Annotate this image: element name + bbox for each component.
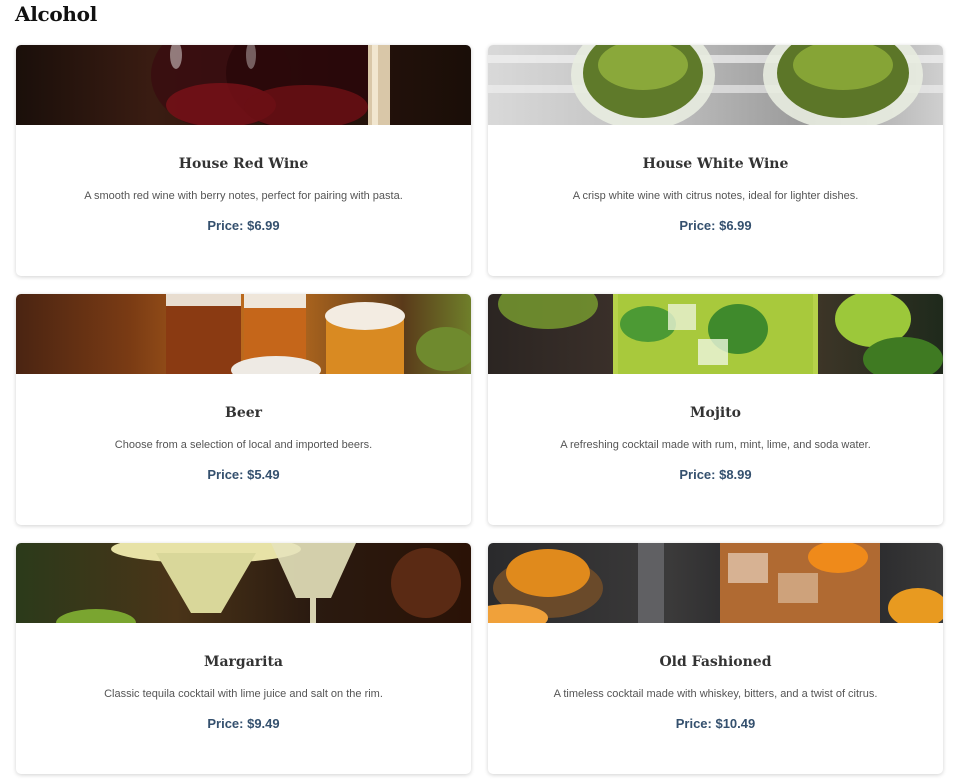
- menu-card-house-white-wine[interactable]: House White Wine A crisp white wine with…: [488, 45, 943, 276]
- item-price: Price: $6.99: [207, 218, 280, 233]
- item-price: Price: $10.49: [675, 716, 756, 731]
- section-title: Alcohol: [15, 2, 98, 26]
- item-name: Old Fashioned: [659, 654, 772, 670]
- red-wine-glasses-image: [16, 45, 471, 125]
- item-description: A timeless cocktail made with whiskey, b…: [553, 688, 878, 700]
- item-description: Choose from a selection of local and imp…: [114, 439, 373, 451]
- mojito-glass-image: [488, 294, 943, 374]
- item-description: Classic tequila cocktail with lime juice…: [104, 688, 383, 700]
- item-price: Price: $9.49: [207, 716, 280, 731]
- menu-card-house-red-wine[interactable]: House Red Wine A smooth red wine with be…: [16, 45, 471, 276]
- item-name: Margarita: [203, 654, 284, 670]
- item-name: House White Wine: [642, 156, 789, 172]
- item-price: Price: $5.49: [207, 467, 280, 482]
- menu-card-beer[interactable]: Beer Choose from a selection of local an…: [16, 294, 471, 525]
- menu-card-mojito[interactable]: Mojito A refreshing cocktail made with r…: [488, 294, 943, 525]
- item-name: Mojito: [689, 405, 742, 421]
- item-description: A refreshing cocktail made with rum, min…: [560, 439, 871, 451]
- margarita-glasses-image: [16, 543, 471, 623]
- white-wine-glasses-image: [488, 45, 943, 125]
- item-name: Beer: [224, 405, 263, 421]
- beer-glasses-image: [16, 294, 471, 374]
- old-fashioned-glass-image: [488, 543, 943, 623]
- item-description: A crisp white wine with citrus notes, id…: [572, 190, 859, 202]
- menu-card-margarita[interactable]: Margarita Classic tequila cocktail with …: [16, 543, 471, 774]
- item-price: Price: $8.99: [679, 467, 752, 482]
- item-name: House Red Wine: [178, 156, 309, 172]
- item-description: A smooth red wine with berry notes, perf…: [84, 190, 403, 202]
- item-price: Price: $6.99: [679, 218, 752, 233]
- menu-card-old-fashioned[interactable]: Old Fashioned A timeless cocktail made w…: [488, 543, 943, 774]
- menu-grid: House Red Wine A smooth red wine with be…: [16, 45, 944, 774]
